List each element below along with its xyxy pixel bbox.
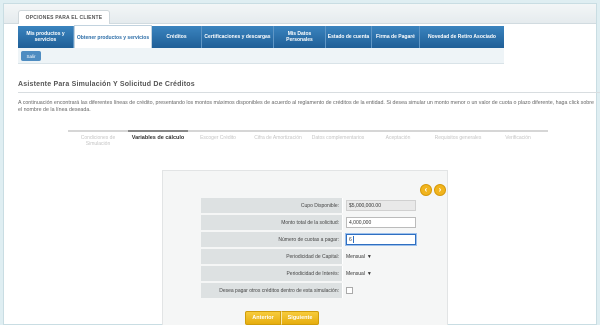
page-title: Asistente Para Simulación Y Solicitud De…: [18, 81, 195, 88]
form-row-cuotas: Número de cuotas a pagar: 6: [201, 231, 423, 248]
step-aceptacion: Aceptación: [368, 130, 428, 154]
label-cupo: Cupo Disponible:: [201, 198, 343, 213]
form-row-otros-creditos: Desea pagar otros créditos dentro de est…: [201, 282, 423, 299]
nav-estado-cuenta[interactable]: Estado de cuenta: [326, 26, 372, 48]
form-table: Cupo Disponible: $5,000,000.00 Monto tot…: [201, 197, 423, 299]
dropdown-arrow-icon: ▼: [366, 253, 372, 260]
cupo-disponible-field: $5,000,000.00: [346, 200, 416, 211]
cuotas-value: 6: [349, 236, 352, 243]
nav-mis-productos[interactable]: Mis productos y servicios: [18, 26, 74, 48]
chevron-right-icon[interactable]: ›: [434, 184, 446, 196]
top-strip: OPCIONES PARA EL CLIENTE: [4, 4, 596, 24]
form-actions: Anterior Siguiente: [245, 311, 319, 325]
form-row-periodicidad-interes: Periodicidad de Interés: Mensual ▼: [201, 265, 423, 282]
main-nav: Mis productos y servicios Obtener produc…: [18, 25, 504, 49]
value-cell-cupo: $5,000,000.00: [346, 198, 423, 213]
portal-frame: OPCIONES PARA EL CLIENTE Mis productos y…: [3, 3, 600, 325]
simulation-form: ‹ › Cupo Disponible: $5,000,000.00 Monto…: [162, 170, 448, 325]
label-periodicidad-capital: Periodicidad de Capital:: [201, 249, 343, 264]
step-condiciones: Condiciones de Simulación: [68, 130, 128, 154]
cuotas-input[interactable]: 6: [346, 234, 416, 245]
options-tab[interactable]: OPCIONES PARA EL CLIENTE: [18, 10, 110, 24]
title-divider: [18, 92, 600, 93]
nav-firma-pagare[interactable]: Firma de Pagaré: [372, 26, 420, 48]
label-otros-creditos: Desea pagar otros créditos dentro de est…: [201, 283, 343, 298]
label-periodicidad-interes: Periodicidad de Interés:: [201, 266, 343, 281]
step-variables: Variables de cálculo: [128, 130, 188, 154]
text-caret: [352, 236, 354, 243]
value-cell-cuotas: 6: [346, 232, 423, 247]
nav-datos-personales[interactable]: Mis Datos Personales: [274, 26, 326, 48]
monto-input[interactable]: 4,000,000: [346, 217, 416, 228]
chevron-left-icon[interactable]: ‹: [420, 184, 432, 196]
form-row-cupo: Cupo Disponible: $5,000,000.00: [201, 197, 423, 214]
otros-creditos-checkbox[interactable]: [346, 287, 353, 294]
nav-certificaciones[interactable]: Certificaciones y descargas: [202, 26, 274, 48]
periodicidad-capital-value: Mensual: [346, 253, 365, 260]
periodicidad-interes-value: Mensual: [346, 270, 365, 277]
step-verificacion: Verificación: [488, 130, 548, 154]
periodicidad-capital-select[interactable]: Mensual ▼: [346, 254, 372, 260]
next-button[interactable]: Siguiente: [281, 311, 319, 325]
form-row-monto: Monto total de la solicitud: 4,000,000: [201, 214, 423, 231]
step-escoger-credito: Escoger Crédito: [188, 130, 248, 154]
step-datos-complementarios: Datos complementarios: [308, 130, 368, 154]
nav-retiro-asociado[interactable]: Novedad de Retiro Asociado: [420, 26, 504, 48]
back-button[interactable]: Anterior: [245, 311, 281, 325]
wizard-steps: Condiciones de Simulación Variables de c…: [68, 130, 548, 154]
step-requisitos: Requisitos generales: [428, 130, 488, 154]
value-cell-periodicidad-interes: Mensual ▼: [346, 266, 423, 281]
form-row-periodicidad-capital: Periodicidad de Capital: Mensual ▼: [201, 248, 423, 265]
form-arrows: ‹ ›: [420, 184, 446, 196]
nav-obtener-productos[interactable]: Obtener productos y servicios: [74, 25, 152, 49]
label-monto: Monto total de la solicitud:: [201, 215, 343, 230]
page-description: A continuación encontrará las diferentes…: [18, 100, 594, 113]
value-cell-monto: 4,000,000: [346, 215, 423, 230]
value-cell-otros-creditos: [346, 283, 423, 298]
step-amortizacion: Cifra de Amortización: [248, 130, 308, 154]
exit-button[interactable]: Salir: [21, 51, 41, 61]
nav-creditos[interactable]: Créditos: [152, 26, 202, 48]
dropdown-arrow-icon: ▼: [366, 270, 372, 277]
label-cuotas: Número de cuotas a pagar:: [201, 232, 343, 247]
value-cell-periodicidad-capital: Mensual ▼: [346, 249, 423, 264]
subnav: Salir: [18, 48, 504, 64]
periodicidad-interes-select[interactable]: Mensual ▼: [346, 271, 372, 277]
